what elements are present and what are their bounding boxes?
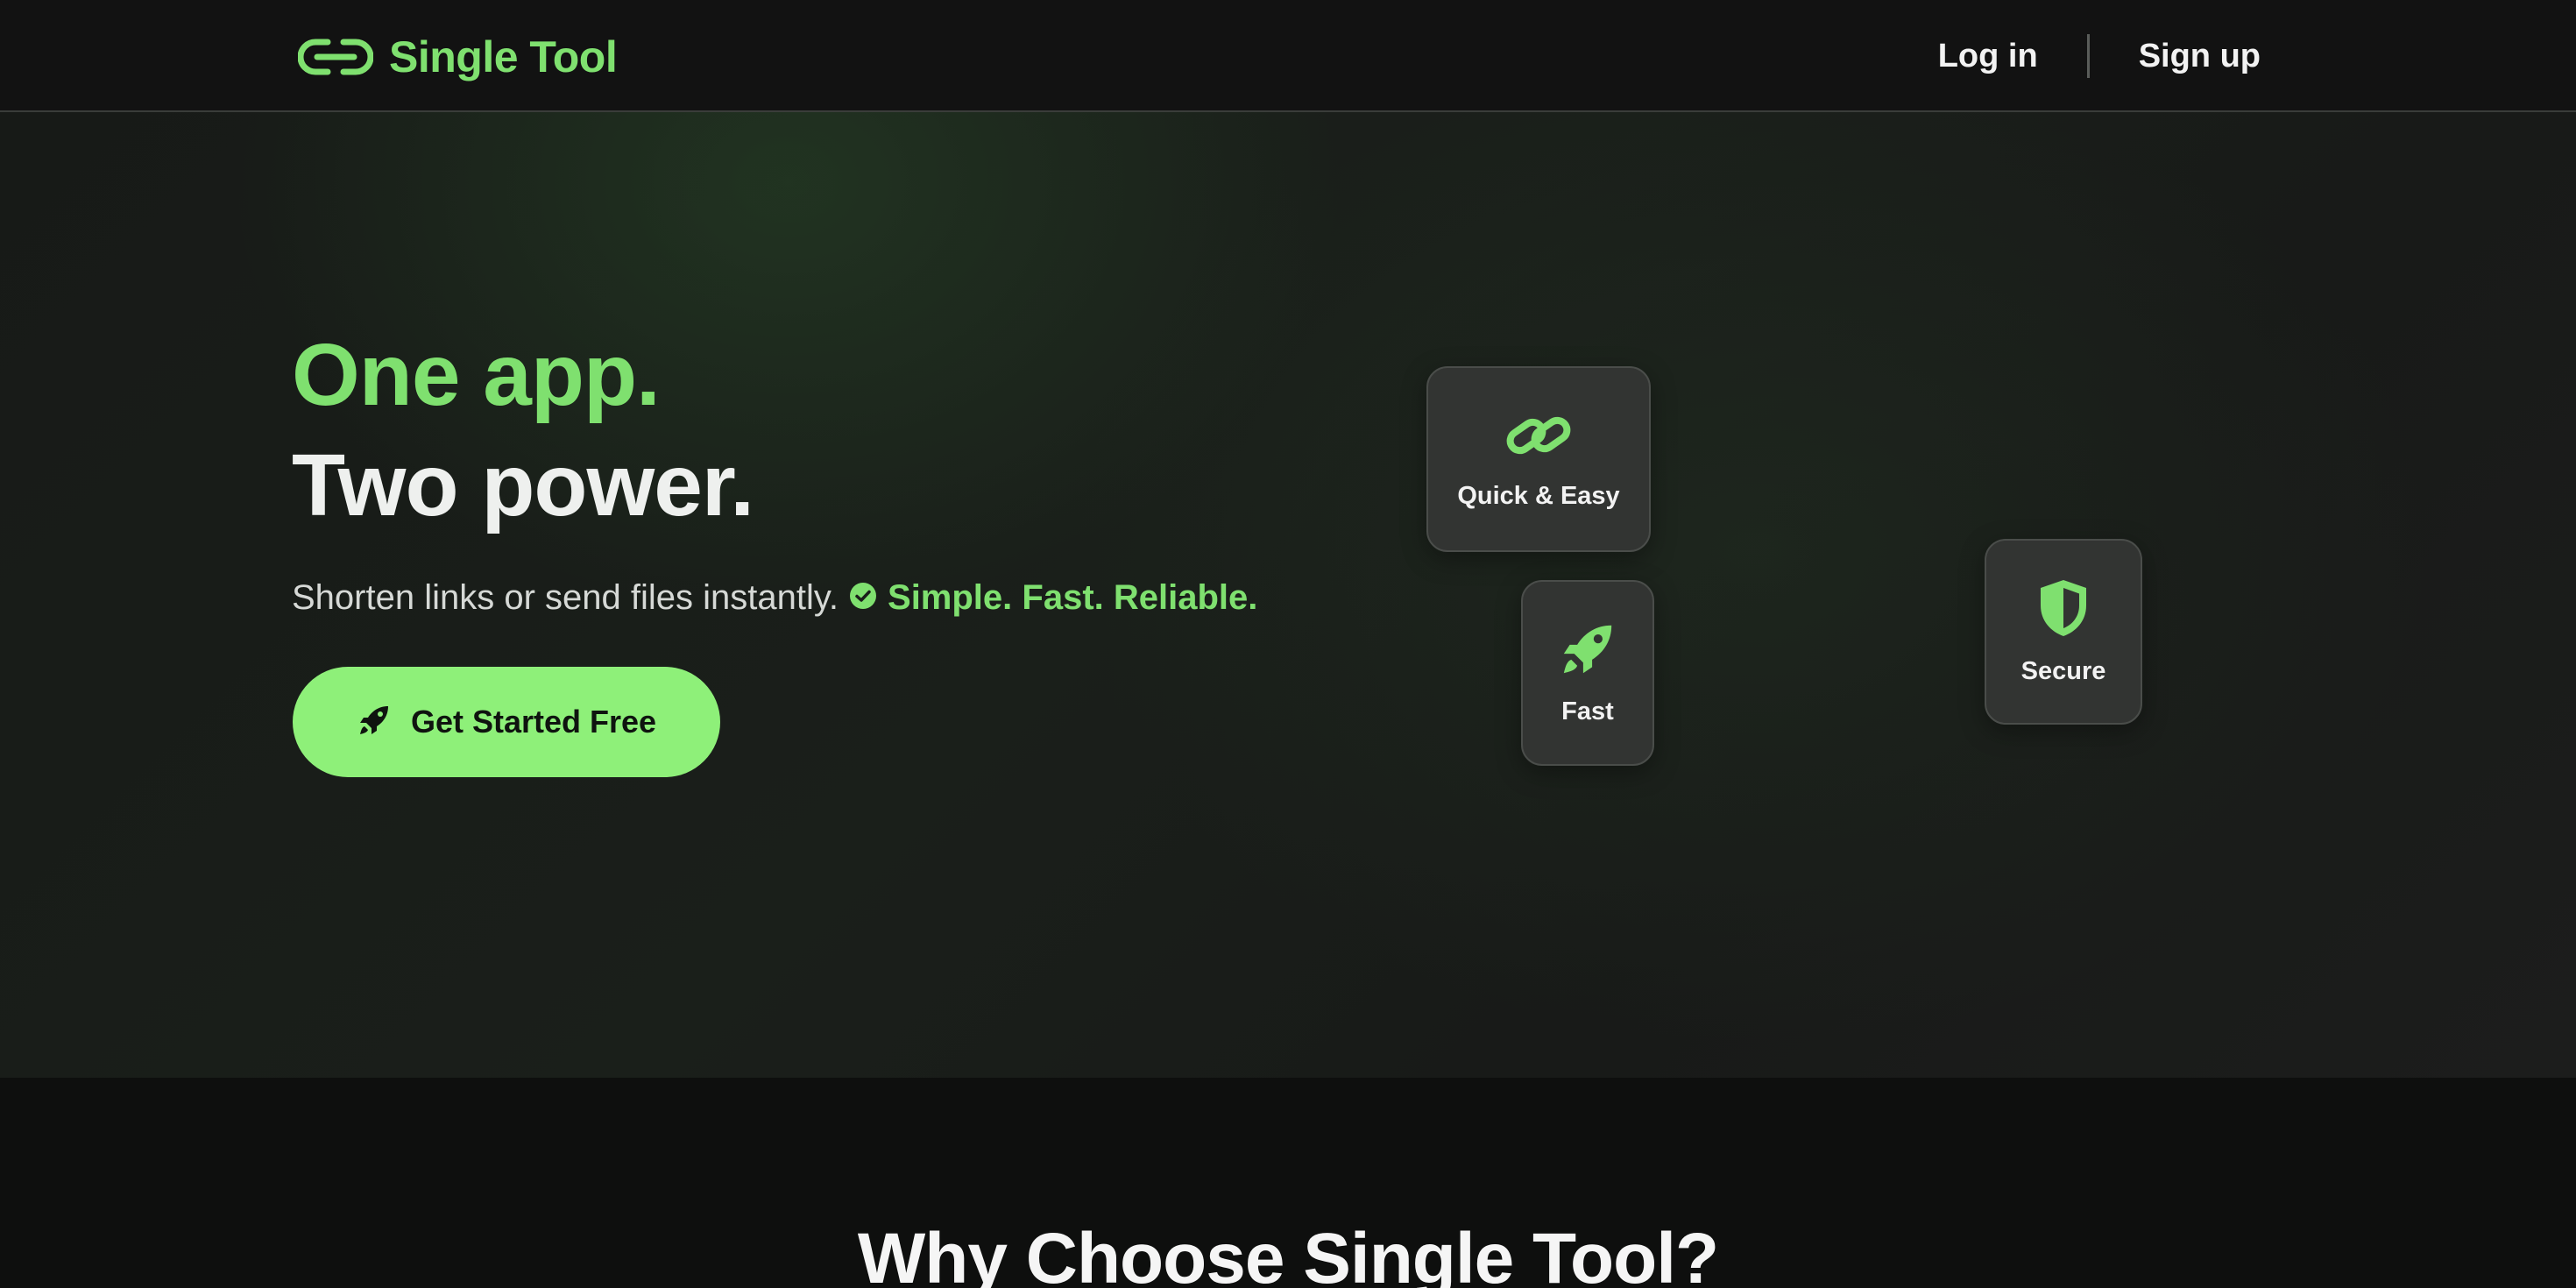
get-started-button[interactable]: Get Started Free	[293, 667, 720, 777]
login-link[interactable]: Log in	[1938, 38, 2038, 75]
feature-label-fast: Fast	[1561, 697, 1614, 725]
tagline-accent: Simple. Fast. Reliable.	[888, 578, 1258, 617]
auth-nav: Log in Sign up	[1938, 28, 2261, 84]
brand-logo[interactable]: Single Tool	[298, 32, 618, 82]
shield-icon	[2035, 577, 2091, 643]
feature-label-quick-easy: Quick & Easy	[1457, 482, 1620, 510]
rocket-icon	[1558, 619, 1617, 683]
section-title: Why Choose Single Tool?	[857, 1219, 1719, 1288]
why-choose-section: Why Choose Single Tool?	[0, 1078, 2576, 1288]
feature-card-quick-easy: Quick & Easy	[1426, 366, 1651, 552]
chain-link-icon	[1504, 407, 1574, 468]
tagline-text: Shorten links or send files instantly.	[292, 578, 839, 617]
hero-headline-line2: Two power.	[292, 436, 754, 534]
hero-section: One app. Two power. Shorten links or sen…	[0, 112, 2576, 1078]
feature-card-secure: Secure	[1985, 539, 2142, 725]
brand-name: Single Tool	[389, 32, 618, 81]
top-header: Single Tool Log in Sign up	[0, 0, 2576, 112]
link-icon	[298, 35, 373, 79]
page: Single Tool Log in Sign up One app. Two …	[0, 0, 2576, 1288]
rocket-icon	[357, 703, 392, 742]
check-circle-icon	[849, 582, 877, 614]
get-started-label: Get Started Free	[410, 704, 657, 740]
feature-card-fast: Fast	[1521, 580, 1654, 766]
signup-link[interactable]: Sign up	[2139, 38, 2261, 75]
feature-label-secure: Secure	[2020, 657, 2106, 685]
hero-tagline: Shorten links or send files instantly. S…	[292, 578, 1257, 618]
nav-divider	[2086, 34, 2090, 78]
hero-headline-line1: One app.	[292, 326, 661, 424]
